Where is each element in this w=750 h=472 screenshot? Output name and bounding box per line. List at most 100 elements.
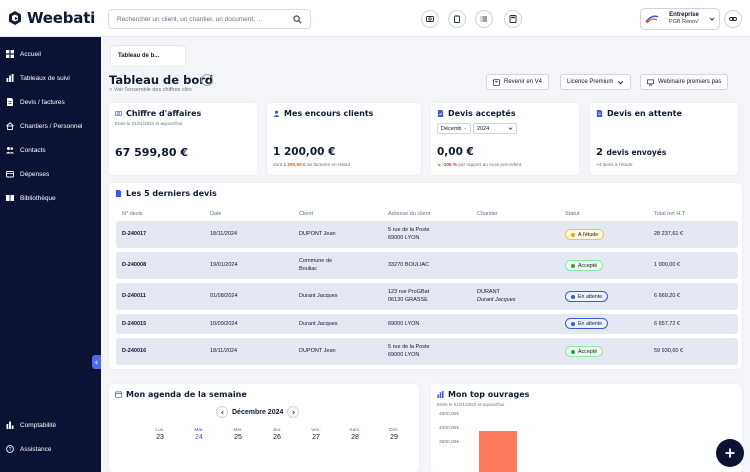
grid-icon bbox=[6, 50, 14, 58]
card-header: Devis en attente bbox=[596, 109, 682, 118]
table-row[interactable]: D-240011 01/08/2024 Durant Jacques 123 r… bbox=[116, 283, 738, 310]
table-row[interactable]: D-240015 10/09/2024 Durant Jacques 69000… bbox=[116, 314, 738, 334]
search-icon bbox=[293, 14, 302, 23]
webinaire-button[interactable]: Webinaire premiers pas bbox=[640, 74, 729, 90]
prev-week-button[interactable] bbox=[216, 406, 228, 418]
year-select[interactable]: 2024 bbox=[473, 123, 517, 134]
agenda-day[interactable]: Jeu. 26 bbox=[265, 428, 289, 441]
sidebar-item-contacts[interactable]: Contacts bbox=[0, 141, 101, 159]
devis-number: D-240016 bbox=[122, 348, 147, 354]
kpi-devis-attente[interactable]: Devis en attente 2 devis envoyés +4 devi… bbox=[590, 103, 738, 175]
sidebar-item-label: Tableaux de suivi bbox=[20, 74, 70, 82]
day-name: Dim. bbox=[389, 428, 399, 433]
next-week-button[interactable] bbox=[287, 406, 300, 418]
devis-address-line2: 69000 LYON bbox=[388, 352, 420, 358]
company-name: PGB Renov' bbox=[668, 19, 700, 25]
chevron-down-icon bbox=[464, 127, 467, 130]
scan-button[interactable] bbox=[421, 10, 439, 28]
chart-bar[interactable] bbox=[479, 431, 517, 472]
company-type: Entreprise bbox=[669, 12, 699, 18]
company-selector[interactable]: Entreprise PGB Renov' bbox=[640, 8, 720, 30]
devis-date: 19/01/2024 bbox=[210, 262, 238, 268]
sidebar-item-comptabilite[interactable]: Comptabilité bbox=[0, 416, 101, 434]
encours-note-prefix: dont bbox=[273, 162, 283, 167]
day-name: Sam. bbox=[349, 428, 361, 433]
devis-total: 6 657,72 € bbox=[654, 321, 680, 327]
agenda-card: Mon agenda de la semaine Décembre 2024 L… bbox=[109, 384, 419, 472]
column-header: N° devis bbox=[122, 211, 143, 217]
add-button[interactable] bbox=[716, 439, 744, 467]
sidebar-item-assistance[interactable]: ? Assistance bbox=[0, 440, 101, 458]
y-tick-label: 4000,00€ bbox=[439, 426, 460, 431]
agenda-day[interactable]: Mer. 25 bbox=[226, 428, 250, 441]
house-icon bbox=[6, 122, 14, 130]
acceptes-note: ↘ -100 % par rapport au mois précédent bbox=[437, 162, 521, 168]
status-label: En attente bbox=[578, 293, 603, 300]
day-number: 26 bbox=[273, 434, 281, 441]
edit-dashboard-button[interactable] bbox=[201, 74, 213, 86]
day-name: Mar. bbox=[194, 428, 204, 433]
status-label: En attente bbox=[578, 320, 603, 327]
sidebar-item-label: Accueil bbox=[20, 50, 41, 58]
revenir-v4-button[interactable]: Revenir en V4 bbox=[486, 74, 550, 90]
agenda-day[interactable]: Sam. 28 bbox=[343, 428, 367, 441]
table-row[interactable]: D-240017 18/11/2024 DUPONT Jean 5 rue de… bbox=[116, 221, 738, 248]
card-header: Mon agenda de la semaine bbox=[115, 390, 247, 399]
column-header: Chantier bbox=[477, 211, 498, 217]
sidebar-item-tableaux[interactable]: Tableaux de suivi bbox=[0, 69, 101, 87]
sidebar-item-chantiers[interactable]: Chantiers / Personnel bbox=[0, 117, 101, 135]
key-figures-link[interactable]: > Voir l'ensemble des chiffres clés bbox=[109, 87, 192, 93]
agenda-day[interactable]: Dim. 29 bbox=[382, 428, 406, 441]
link-button[interactable] bbox=[724, 10, 742, 28]
status-badge: Accepté bbox=[565, 346, 604, 357]
month-select[interactable]: Décemb bbox=[437, 123, 471, 134]
sidebar-collapse-button[interactable] bbox=[92, 355, 101, 369]
status-badge: A l'étude bbox=[565, 229, 605, 240]
table-row[interactable]: D-240016 18/11/2024 DUPONT Jean 5 rue de… bbox=[116, 338, 738, 365]
kpi-chiffre-affaires[interactable]: Chiffre d'affaires Entre le 01/01/2024 e… bbox=[109, 103, 257, 175]
sidebar: Accueil Tableaux de suivi Devis / factur… bbox=[0, 37, 101, 472]
app-name: Weebati bbox=[27, 9, 96, 27]
agenda-day[interactable]: Ven. 27 bbox=[304, 428, 328, 441]
tab-tableau-de-bord[interactable]: Tableau de b... bbox=[110, 45, 186, 65]
card-header: Les 5 derniers devis bbox=[115, 189, 217, 198]
agenda-day-today[interactable]: Mar. 24 bbox=[187, 428, 211, 441]
sidebar-item-devis-factures[interactable]: Devis / factures bbox=[0, 93, 101, 111]
calculator-button[interactable] bbox=[504, 10, 522, 28]
chevron-left-icon bbox=[95, 360, 98, 364]
sidebar-item-depenses[interactable]: Dépenses bbox=[0, 165, 101, 183]
acceptes-note-suffix: par rapport au mois précédent bbox=[458, 162, 522, 167]
day-number: 24 bbox=[195, 434, 203, 441]
column-header: Total net H.T bbox=[654, 211, 686, 217]
kpi-encours-clients[interactable]: Mes encours clients 1 200,00 € dont 1 20… bbox=[267, 103, 421, 175]
table-row[interactable]: D-240008 19/01/2024 Commune de Bouliac 3… bbox=[116, 252, 738, 279]
card-header: Devis acceptés bbox=[437, 109, 516, 118]
devis-chantier-line1: DURANT bbox=[477, 289, 500, 295]
status-badge: En attente bbox=[565, 291, 609, 302]
licence-dropdown[interactable]: Licence Premium bbox=[560, 74, 632, 90]
card-title: Devis acceptés bbox=[448, 109, 516, 118]
money-icon bbox=[115, 110, 122, 117]
status-dot bbox=[571, 263, 575, 268]
sidebar-item-bibliotheque[interactable]: Bibliothèque bbox=[0, 189, 101, 207]
chevron-left-icon bbox=[220, 410, 224, 414]
devis-address-line2: 69000 LYON bbox=[388, 235, 420, 241]
column-header: Adresse du client bbox=[388, 211, 431, 217]
devis-number: D-240017 bbox=[122, 231, 147, 237]
list-button[interactable] bbox=[475, 10, 493, 28]
attente-note-plus: +4 bbox=[596, 162, 602, 167]
agenda-day[interactable]: Lun. 23 bbox=[148, 428, 172, 441]
plus-icon bbox=[725, 448, 735, 458]
devis-table-card: Les 5 derniers devis N° devis Date Clien… bbox=[109, 183, 742, 369]
clipboard-button[interactable] bbox=[448, 10, 466, 28]
day-number: 25 bbox=[234, 434, 242, 441]
calendar-icon bbox=[115, 391, 122, 398]
encours-note-amount: 1 200,00 € bbox=[283, 162, 306, 167]
sidebar-item-accueil[interactable]: Accueil bbox=[0, 45, 101, 63]
devis-total: 28 237,61 € bbox=[654, 231, 684, 237]
kpi-devis-acceptes[interactable]: Devis acceptés Décemb 2024 0,00 € ↘ -100… bbox=[431, 103, 579, 175]
app-logo[interactable]: Weebati bbox=[7, 9, 95, 27]
card-title: Mes encours clients bbox=[284, 109, 374, 118]
search-input[interactable]: Rechercher un client, un chantier, un do… bbox=[108, 9, 311, 29]
devis-address-line1: 5 rue de la Poste bbox=[388, 227, 430, 233]
